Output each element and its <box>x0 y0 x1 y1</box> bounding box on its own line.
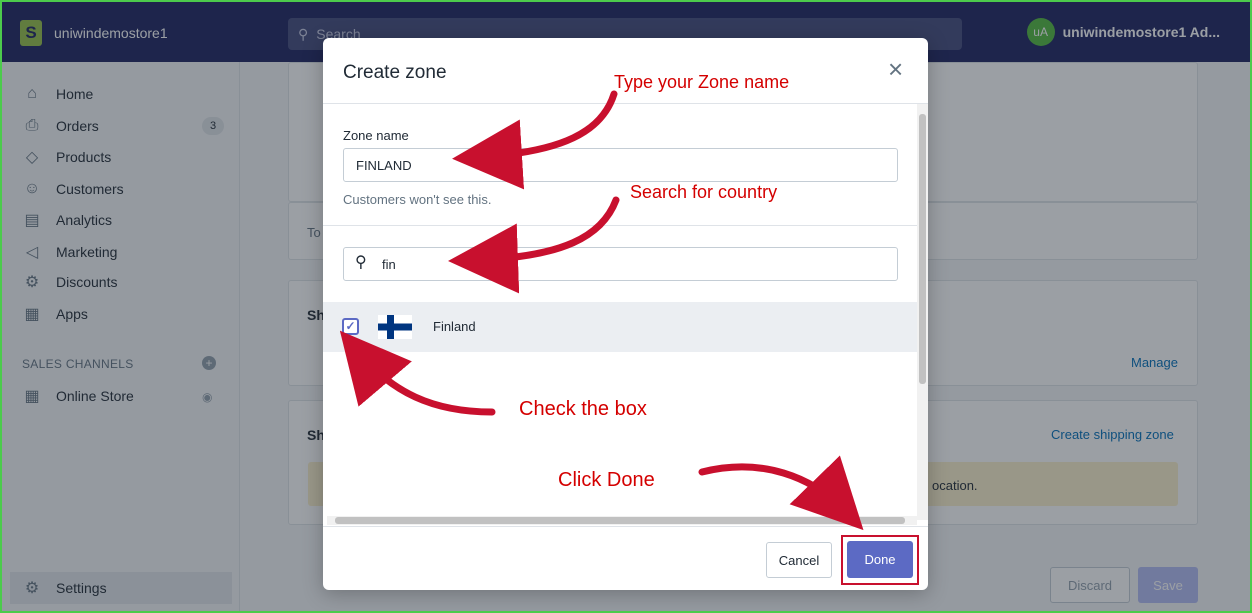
annotation-check-box: Check the box <box>519 398 647 420</box>
annotation-arrows <box>339 90 864 531</box>
arrow-done <box>698 455 864 531</box>
annotation-search-country: Search for country <box>630 182 778 202</box>
arrow-search-country <box>448 196 620 294</box>
annotation-type-zone: Type your Zone name <box>614 72 790 92</box>
annotation-click-done: Click Done <box>558 469 655 491</box>
arrow-zone-name <box>452 90 618 190</box>
arrow-checkbox <box>339 330 496 416</box>
screenshot-frame: S uniwindemostore1 ⚲ Search uA uniwindem… <box>0 0 1252 613</box>
